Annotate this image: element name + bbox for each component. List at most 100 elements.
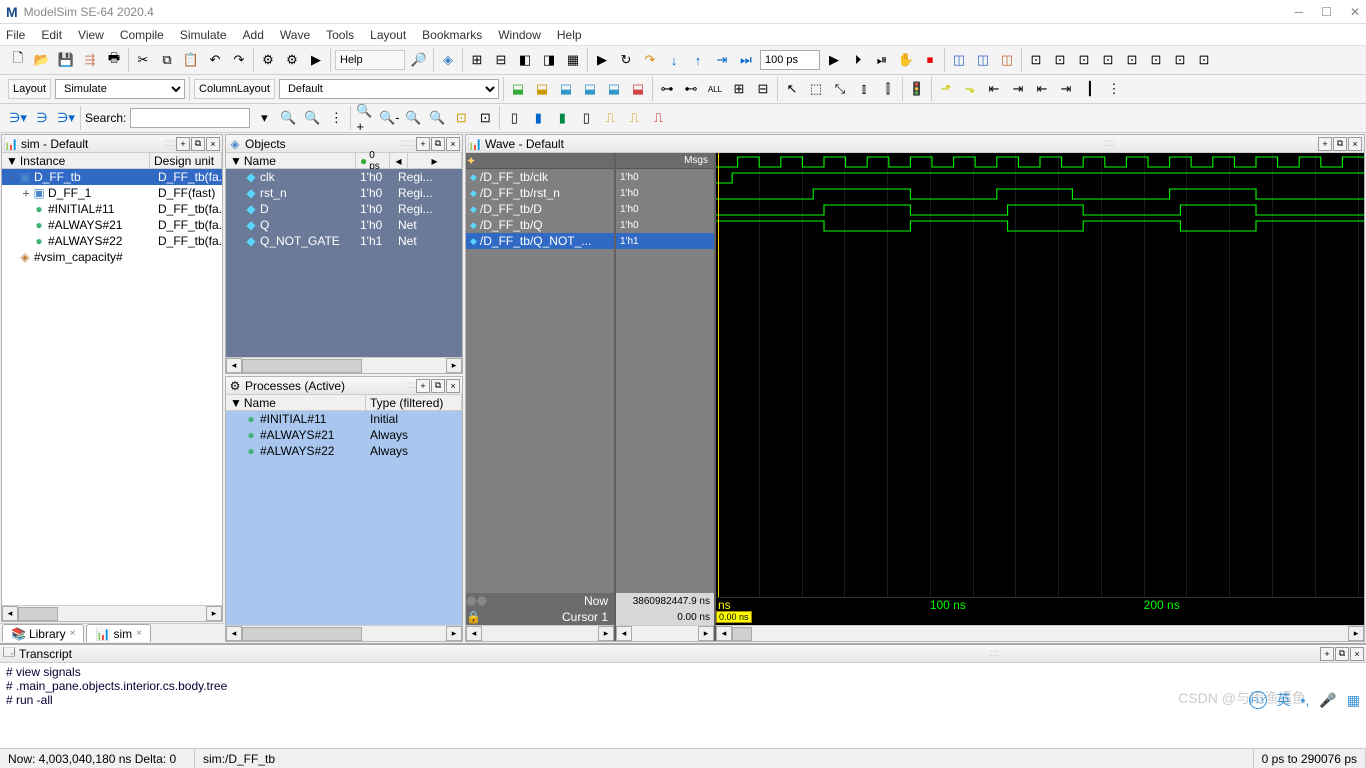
sim-hscroll-right-icon[interactable]: ▸ xyxy=(206,606,222,621)
zoom-in-icon[interactable]: 🔍+ xyxy=(355,108,375,128)
wf2-icon[interactable]: ▮ xyxy=(528,108,548,128)
wf3-icon[interactable]: ▮ xyxy=(552,108,572,128)
tb-x8-icon[interactable]: ⊡ xyxy=(1194,50,1214,70)
group-a2-icon[interactable]: ⬓ xyxy=(532,79,552,99)
tb-x3-icon[interactable]: ⊡ xyxy=(1074,50,1094,70)
menu-compile[interactable]: Compile xyxy=(120,28,164,42)
wave-plot[interactable] xyxy=(716,153,1364,597)
run-all-icon[interactable]: ⇥ xyxy=(712,50,732,70)
contains3-icon[interactable]: ∋▾ xyxy=(56,108,76,128)
print-icon[interactable]: 🖶 xyxy=(104,50,124,70)
processes-row[interactable]: ●#ALWAYS#22Always xyxy=(226,443,462,459)
sim-col-instance[interactable]: ▼Instance xyxy=(2,153,150,168)
tb-x2-icon[interactable]: ⊡ xyxy=(1050,50,1070,70)
tab-library-close-icon[interactable]: × xyxy=(70,628,76,639)
objects-col-name[interactable]: ▼Name xyxy=(226,153,356,168)
tb-run-icon[interactable]: ▶ xyxy=(592,50,612,70)
objects-tree[interactable]: ◆clk1'h0Regi...◆rst_n1'h0Regi...◆D1'h0Re… xyxy=(226,169,462,357)
cut-icon[interactable]: ✂ xyxy=(133,50,153,70)
wf4-icon[interactable]: ▯ xyxy=(576,108,596,128)
zoom-mode-icon[interactable]: ⤡ xyxy=(830,79,850,99)
tb-wave2-icon[interactable]: ◫ xyxy=(973,50,993,70)
restart-icon[interactable]: ↻ xyxy=(616,50,636,70)
search-input[interactable] xyxy=(130,108,250,128)
group-a6-icon[interactable]: ⬓ xyxy=(628,79,648,99)
search-prev-icon[interactable]: 🔍 xyxy=(278,108,298,128)
y8-icon[interactable]: ⋮ xyxy=(1104,79,1124,99)
pointer-icon[interactable]: ↖ xyxy=(782,79,802,99)
transcript-body[interactable]: # view signals# .main_pane.objects.inter… xyxy=(0,663,1366,748)
wave-signal-row[interactable]: ◆/D_FF_tb/Q xyxy=(466,217,614,233)
zoom-full-icon[interactable]: 🔍 xyxy=(403,108,423,128)
stop-icon[interactable]: ⏹ xyxy=(920,50,940,70)
menu-window[interactable]: Window xyxy=(498,28,541,42)
menu-edit[interactable]: Edit xyxy=(41,28,62,42)
processes-row[interactable]: ●#ALWAYS#21Always xyxy=(226,427,462,443)
wf7-icon[interactable]: ⎍ xyxy=(648,108,668,128)
objects-row[interactable]: ◆rst_n1'h0Regi... xyxy=(226,185,462,201)
objects-col-prev[interactable]: ◂ xyxy=(390,153,408,168)
sim-row[interactable]: ◈#vsim_capacity# xyxy=(2,249,222,265)
zoom-cursor-icon[interactable]: 🔍 xyxy=(427,108,447,128)
ime-grid-icon[interactable]: ▦ xyxy=(1347,692,1360,709)
paste-icon[interactable]: 📋 xyxy=(181,50,201,70)
wf6-icon[interactable]: ⎍ xyxy=(624,108,644,128)
y1-icon[interactable]: ⬏ xyxy=(936,79,956,99)
tb-x4-icon[interactable]: ⊡ xyxy=(1098,50,1118,70)
wave-plot-hscroll-left-icon[interactable]: ◂ xyxy=(716,626,732,641)
y4-icon[interactable]: ⇥ xyxy=(1008,79,1028,99)
run-icon-3[interactable]: ⏯ xyxy=(872,50,892,70)
tb-icon-b[interactable]: ⊟ xyxy=(491,50,511,70)
wave-time-ruler[interactable]: ns 100 ns 200 ns xyxy=(716,597,1364,611)
sim-row[interactable]: +▣D_FF_1D_FF(fast) xyxy=(2,185,222,201)
objects-row[interactable]: ◆Q_NOT_GATE1'h1Net xyxy=(226,233,462,249)
processes-hscroll-left-icon[interactable]: ◂ xyxy=(226,626,242,641)
close-button[interactable]: ✕ xyxy=(1350,5,1360,19)
y2-icon[interactable]: ⬎ xyxy=(960,79,980,99)
processes-tree[interactable]: ●#INITIAL#11Initial●#ALWAYS#21Always●#AL… xyxy=(226,411,462,625)
menu-simulate[interactable]: Simulate xyxy=(180,28,227,42)
continue-icon[interactable]: ⏭ xyxy=(736,50,756,70)
save-icon[interactable]: 💾 xyxy=(56,50,76,70)
copy-icon[interactable]: ⧉ xyxy=(157,50,177,70)
group-a5-icon[interactable]: ⬓ xyxy=(604,79,624,99)
maximize-button[interactable]: ☐ xyxy=(1321,5,1332,19)
menu-layout[interactable]: Layout xyxy=(370,28,406,42)
group-a3-icon[interactable]: ⬓ xyxy=(556,79,576,99)
sim-tree[interactable]: -▣D_FF_tbD_FF_tb(fa...+▣D_FF_1D_FF(fast)… xyxy=(2,169,222,605)
wave-cursor-ruler[interactable]: 0.00 ns xyxy=(716,611,1364,625)
tb-x7-icon[interactable]: ⊡ xyxy=(1170,50,1190,70)
tab-library[interactable]: 📚Library× xyxy=(2,624,84,642)
menu-view[interactable]: View xyxy=(78,28,104,42)
tb-all-icon[interactable]: ALL xyxy=(705,79,725,99)
wave-signal-row[interactable]: ◆/D_FF_tb/clk xyxy=(466,169,614,185)
step-into-icon[interactable]: ↓ xyxy=(664,50,684,70)
edge-icon[interactable]: ⫾ xyxy=(854,79,874,99)
sim-pane-add-button[interactable]: + xyxy=(176,137,190,151)
objects-row[interactable]: ◆Q1'h0Net xyxy=(226,217,462,233)
processes-col-name[interactable]: ▼Name xyxy=(226,395,366,410)
transcript-add-button[interactable]: + xyxy=(1320,647,1334,661)
y7-icon[interactable]: ┃ xyxy=(1080,79,1100,99)
wave-val-hscroll-right-icon[interactable]: ▸ xyxy=(698,626,714,641)
processes-pane-close-button[interactable]: × xyxy=(446,379,460,393)
processes-hscroll[interactable]: ◂ ▸ xyxy=(226,625,462,641)
objects-row[interactable]: ◆clk1'h0Regi... xyxy=(226,169,462,185)
objects-pane-add-button[interactable]: + xyxy=(416,137,430,151)
tb-x5-icon[interactable]: ⊡ xyxy=(1122,50,1142,70)
simulate-icon[interactable]: ▶ xyxy=(306,50,326,70)
transcript-close-button[interactable]: × xyxy=(1350,647,1364,661)
sim-hscroll-left-icon[interactable]: ◂ xyxy=(2,606,18,621)
processes-col-type[interactable]: Type (filtered) xyxy=(366,395,462,410)
tb-icon-d[interactable]: ◨ xyxy=(539,50,559,70)
zoom-other-icon[interactable]: ⊡ xyxy=(451,108,471,128)
open-file-icon[interactable]: 📂 xyxy=(32,50,52,70)
sim-hscroll[interactable]: ◂ ▸ xyxy=(2,605,222,621)
column-layout-select[interactable]: Default xyxy=(279,79,499,99)
iflytek-icon[interactable]: iFLY xyxy=(1249,691,1267,709)
step-out-icon[interactable]: ↑ xyxy=(688,50,708,70)
search-go-icon[interactable]: ▾ xyxy=(254,108,274,128)
sim-pane-close-button[interactable]: × xyxy=(206,137,220,151)
tab-sim[interactable]: 📊sim× xyxy=(86,624,150,642)
redo-icon[interactable]: ↷ xyxy=(229,50,249,70)
